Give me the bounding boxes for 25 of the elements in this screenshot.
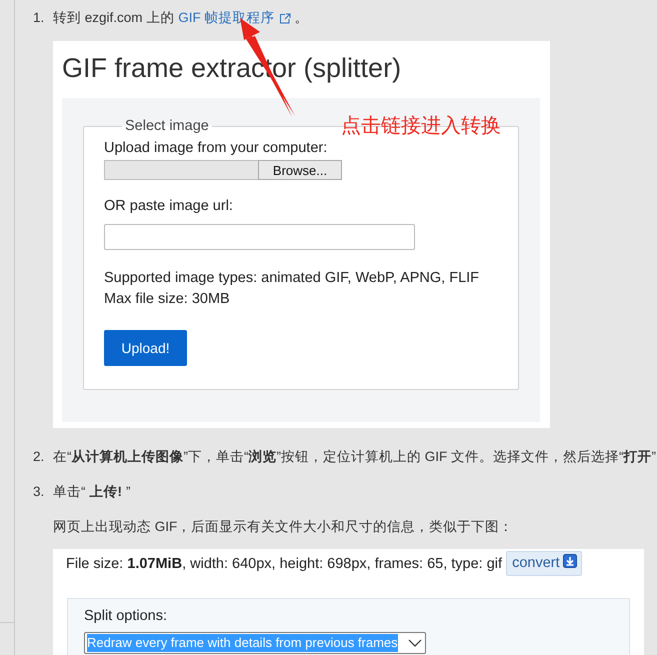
file-info-text: File size: 1.07MiB, width: 640px, height: 698px, frames: 65, type: gif [66,556,502,572]
info-text: Max file size: 30MB [104,290,231,309]
url-input-field[interactable] [104,224,415,250]
chevron-icon [408,639,422,647]
fieldset-legend: Select image [122,118,212,134]
step-text: 转到 ezgif.com 上的 [53,9,174,27]
step-text: 在“从计算机上传图像”下，单击“浏览”按钮，定位计算机上的 GIF 文件。选择文件，然后选择“打开” [53,448,656,466]
convert-button[interactable]: convert [506,551,582,576]
split-dropdown[interactable]: Redraw every frame with details from previous frames [84,632,426,654]
step-text: 。 [294,9,309,27]
info-text: Supported image types: animated GIF, WebP, APNG, FLIF [104,269,480,288]
file-field[interactable] [104,160,258,180]
list-number: 3. [33,483,46,501]
upload-button[interactable]: Upload! [104,330,187,366]
external-link-icon [278,12,291,24]
list-number: 2. [33,448,46,466]
field-label: OR paste image url: [104,197,234,216]
annotation-text: 点击链接进入转换 [341,114,501,139]
list-number: 1. [33,9,46,27]
download-icon [562,554,577,568]
browse-button[interactable]: Browse... [258,160,342,180]
step-text: 单击“上传!” [53,483,130,501]
paragraph-text: 网页上出现动态 GIF，后面显示有关文件大小和尺寸的信息，类似于下图： [53,518,514,536]
field-label: Upload image from your computer: [104,139,328,158]
field-label: Split options: [84,607,168,625]
